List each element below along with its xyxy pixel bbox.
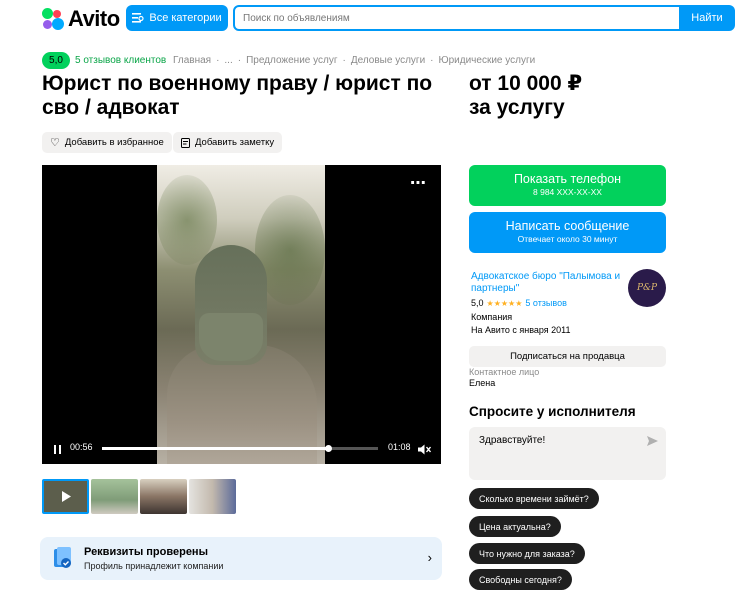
gallery-thumbnail-video[interactable] bbox=[42, 479, 89, 514]
seller-reviews-link[interactable]: 5 отзывов bbox=[525, 298, 567, 308]
message-text: Здравствуйте! bbox=[479, 435, 546, 446]
search-placeholder: Поиск по объявлениям bbox=[243, 12, 350, 24]
more-options-icon[interactable]: ⋯ bbox=[410, 173, 427, 193]
quick-question-availability[interactable]: Свободны сегодня? bbox=[469, 569, 572, 590]
seller-since: На Авито с января 2011 bbox=[471, 325, 571, 335]
breadcrumb-item-business[interactable]: Деловые услуги bbox=[351, 55, 425, 66]
add-note-label: Добавить заметку bbox=[195, 137, 275, 148]
breadcrumb-separator: · bbox=[216, 55, 220, 66]
show-phone-label: Показать телефон bbox=[513, 172, 622, 186]
breadcrumb-separator: · bbox=[430, 55, 434, 66]
quick-question-requirements[interactable]: Что нужно для заказа? bbox=[469, 543, 585, 564]
write-message-button[interactable]: Написать сообщение Отвечает около 30 мин… bbox=[469, 212, 666, 253]
gallery-thumbnail-2[interactable] bbox=[91, 479, 138, 514]
verified-document-icon bbox=[54, 547, 71, 568]
star-rating-icon: ★★★★★ bbox=[486, 298, 523, 308]
reviews-link[interactable]: 5 отзывов клиентов bbox=[75, 55, 166, 66]
video-progress-bar[interactable] bbox=[102, 445, 378, 452]
rating-badge: 5,0 bbox=[42, 52, 70, 69]
search-button[interactable]: Найти bbox=[679, 5, 735, 31]
price-unit: за услугу bbox=[469, 96, 565, 119]
send-icon[interactable] bbox=[647, 436, 658, 446]
chevron-right-icon: › bbox=[427, 550, 432, 565]
video-player[interactable]: ⋯ 00:56 01:08 bbox=[42, 165, 441, 464]
avito-logo-icon bbox=[42, 8, 64, 30]
add-to-favorites-button[interactable]: ♡ Добавить в избранное bbox=[42, 132, 172, 153]
gallery-thumbnail-3[interactable] bbox=[140, 479, 187, 514]
write-message-label: Написать сообщение bbox=[505, 219, 630, 233]
seller-type: Компания bbox=[471, 312, 513, 322]
play-icon bbox=[62, 491, 71, 502]
quick-question-price[interactable]: Цена актуальна? bbox=[469, 516, 561, 537]
gallery-thumbnail-4[interactable] bbox=[189, 479, 236, 514]
seller-avatar[interactable]: P&P bbox=[628, 269, 666, 307]
video-frame bbox=[157, 165, 325, 464]
avito-logo-text: Avito bbox=[68, 6, 120, 31]
contact-person-name: Елена bbox=[469, 378, 496, 388]
add-note-button[interactable]: Добавить заметку bbox=[173, 132, 283, 153]
page-title: Юрист по военному праву / юрист по сво /… bbox=[42, 72, 433, 119]
message-input[interactable]: Здравствуйте! bbox=[469, 427, 666, 480]
breadcrumb: Главная · ... · Предложение услуг · Дело… bbox=[173, 55, 535, 66]
verified-subtitle: Профиль принадлежит компании bbox=[84, 561, 224, 571]
verified-title: Реквизиты проверены bbox=[84, 546, 208, 558]
breadcrumb-item-legal[interactable]: Юридические услуги bbox=[439, 55, 536, 66]
response-time: Отвечает около 30 минут bbox=[517, 234, 618, 244]
heart-icon: ♡ bbox=[50, 137, 60, 149]
contact-person-label: Контактное лицо bbox=[469, 367, 540, 377]
breadcrumb-item-home[interactable]: Главная bbox=[173, 55, 211, 66]
muted-speaker-icon[interactable] bbox=[418, 444, 431, 455]
breadcrumb-item-services[interactable]: Предложение услуг bbox=[246, 55, 337, 66]
breadcrumb-separator: · bbox=[342, 55, 346, 66]
all-categories-button[interactable]: Все категории bbox=[126, 5, 228, 31]
verified-details-card[interactable]: Реквизиты проверены Профиль принадлежит … bbox=[40, 537, 442, 580]
video-progress-fill bbox=[102, 447, 329, 450]
price-block: от 10 000 ₽ за услугу bbox=[469, 72, 719, 120]
add-to-favorites-label: Добавить в избранное bbox=[64, 137, 164, 148]
avito-logo[interactable]: Avito bbox=[42, 6, 120, 32]
price-value: от 10 000 ₽ bbox=[469, 72, 583, 95]
note-icon bbox=[181, 137, 190, 148]
seller-rating-value: 5,0 bbox=[471, 298, 484, 308]
video-current-time: 00:56 bbox=[70, 442, 93, 452]
categories-menu-icon bbox=[132, 13, 144, 23]
subscribe-seller-button[interactable]: Подписаться на продавца bbox=[469, 346, 666, 367]
pause-icon[interactable] bbox=[54, 445, 61, 454]
all-categories-label: Все категории bbox=[149, 12, 222, 24]
video-progress-handle[interactable] bbox=[325, 445, 333, 452]
phone-masked: 8 984 XXX-XX-XX bbox=[533, 187, 602, 197]
quick-question-time[interactable]: Сколько времени займёт? bbox=[469, 488, 599, 509]
ask-section-title: Спросите у исполнителя bbox=[469, 404, 636, 419]
seller-name-link[interactable]: Адвокатское бюро "Палымова и партнеры" bbox=[471, 271, 621, 295]
show-phone-button[interactable]: Показать телефон 8 984 XXX-XX-XX bbox=[469, 165, 666, 206]
seller-rating: 5,0 ★★★★★ 5 отзывов bbox=[471, 298, 567, 308]
search-input[interactable]: Поиск по объявлениям bbox=[233, 5, 681, 31]
breadcrumb-separator: · bbox=[237, 55, 242, 66]
breadcrumb-item-ellipsis[interactable]: ... bbox=[224, 55, 232, 66]
video-duration: 01:08 bbox=[388, 442, 411, 452]
